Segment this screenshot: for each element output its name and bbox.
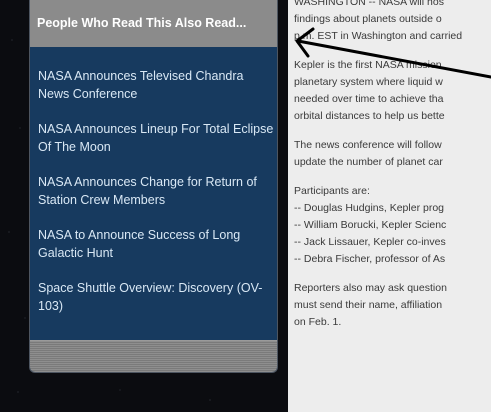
article-body: WASHINGTON -- NASA will hos findings abo… xyxy=(288,0,491,412)
article-line: -- William Borucki, Kepler Scienc xyxy=(294,219,447,231)
article-line xyxy=(288,125,491,137)
article-line: update the number of planet car xyxy=(294,156,443,168)
panel-footer xyxy=(30,340,277,372)
related-link-shuttle-discovery[interactable]: Space Shuttle Overview: Discovery (OV-10… xyxy=(38,279,274,315)
panel-header: People Who Read This Also Read... xyxy=(30,0,277,47)
article-line: -- Debra Fischer, professor of As xyxy=(294,253,446,265)
article-line: Kepler is the first NASA mission xyxy=(294,59,442,71)
article-line: on Feb. 1. xyxy=(294,316,342,328)
related-link-eclipse[interactable]: NASA Announces Lineup For Total Eclipse … xyxy=(38,120,274,156)
related-link-station-crew[interactable]: NASA Announces Change for Return of Stat… xyxy=(38,173,274,209)
related-link-chandra[interactable]: NASA Announces Televised Chandra News Co… xyxy=(38,67,274,103)
article-line: orbital distances to help us bette xyxy=(294,110,445,122)
article-line: -- Douglas Hudgins, Kepler prog xyxy=(294,202,444,214)
article-line xyxy=(288,171,491,183)
related-articles-panel: People Who Read This Also Read... NASA A… xyxy=(29,0,278,373)
article-line: needed over time to achieve tha xyxy=(294,93,444,105)
article-line xyxy=(288,268,491,280)
article-line: -- Jack Lissauer, Kepler co-inves xyxy=(294,236,446,248)
article-line: must send their name, affiliation xyxy=(294,299,443,311)
related-link-galactic-hunt[interactable]: NASA to Announce Success of Long Galacti… xyxy=(38,226,274,262)
related-articles-list: NASA Announces Televised Chandra News Co… xyxy=(38,67,274,332)
article-line: Reporters also may ask question xyxy=(294,282,447,294)
article-line: The news conference will follow xyxy=(294,139,442,151)
article-line: findings about planets outside o xyxy=(294,13,442,25)
article-line xyxy=(288,45,491,57)
article-line: planetary system where liquid w xyxy=(294,76,443,88)
article-line: WASHINGTON -- NASA will hos xyxy=(294,0,444,8)
article-line: p.m. EST in Washington and carried xyxy=(294,30,463,42)
article-line: Participants are: xyxy=(294,185,370,197)
